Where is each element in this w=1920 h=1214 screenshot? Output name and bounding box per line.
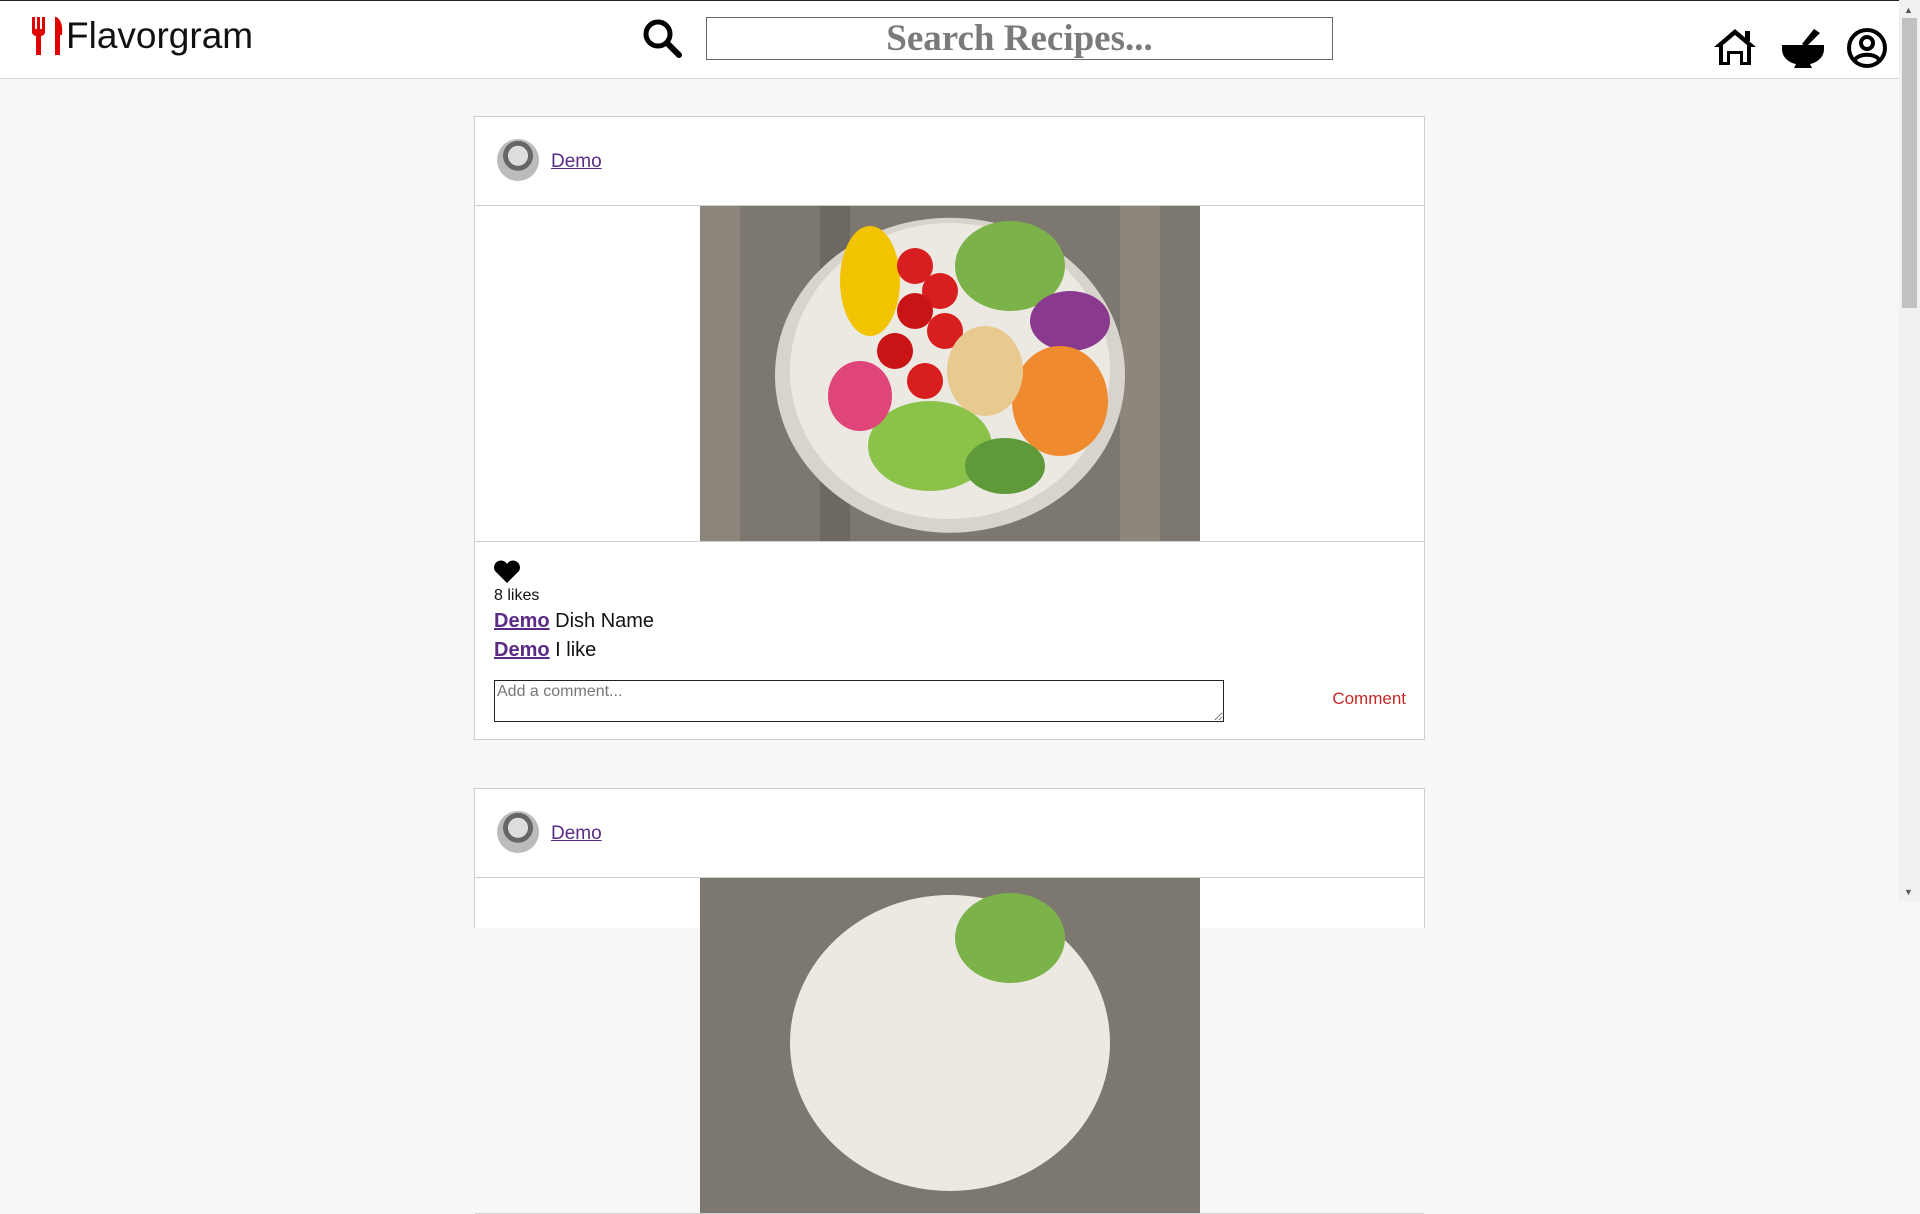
- avatar[interactable]: [497, 139, 539, 181]
- comment-username-link[interactable]: Demo: [494, 639, 550, 661]
- post-footer: 8 likes Demo Dish Name Demo I like Comme…: [475, 542, 1424, 740]
- vertical-scrollbar[interactable]: ▲ ▼: [1899, 0, 1920, 902]
- scroll-up-arrow-icon[interactable]: ▲: [1904, 5, 1913, 15]
- comment-button[interactable]: Comment: [1332, 689, 1406, 709]
- account-circle-icon[interactable]: [1846, 27, 1888, 69]
- post-image[interactable]: [700, 878, 1200, 1213]
- post-card: Demo 8 likes Demo Dish Name Demo I like …: [474, 116, 1425, 740]
- home-icon[interactable]: [1712, 27, 1758, 67]
- post-image-container: [475, 206, 1424, 542]
- post-header: Demo: [475, 789, 1424, 878]
- post-username-link[interactable]: Demo: [551, 823, 602, 845]
- comment-text: I like: [555, 639, 597, 661]
- post-username-link[interactable]: Demo: [551, 151, 602, 173]
- post-card: Demo: [474, 788, 1425, 1214]
- app-name[interactable]: Flavorgram: [66, 17, 253, 54]
- post-caption: Demo Dish Name: [494, 610, 654, 633]
- top-navbar: Flavorgram: [0, 0, 1899, 79]
- caption-username-link[interactable]: Demo: [494, 610, 550, 632]
- post-image-container: [475, 878, 1424, 1214]
- post-image[interactable]: [700, 206, 1200, 541]
- post-header: Demo: [475, 117, 1424, 206]
- app-logo[interactable]: Flavorgram: [30, 15, 253, 55]
- scroll-down-arrow-icon[interactable]: ▼: [1904, 887, 1913, 897]
- mortar-pestle-icon[interactable]: [1780, 27, 1826, 69]
- search-icon[interactable]: [641, 17, 683, 59]
- heart-icon[interactable]: [493, 560, 521, 584]
- fork-knife-icon: [32, 17, 63, 55]
- likes-count: 8 likes: [494, 587, 540, 604]
- caption-text: Dish Name: [555, 610, 655, 632]
- scrollbar-thumb[interactable]: [1902, 18, 1917, 308]
- avatar[interactable]: [497, 811, 539, 853]
- comment-input[interactable]: [494, 680, 1224, 722]
- comment-item: Demo I like: [494, 639, 596, 662]
- search-input[interactable]: [706, 17, 1333, 60]
